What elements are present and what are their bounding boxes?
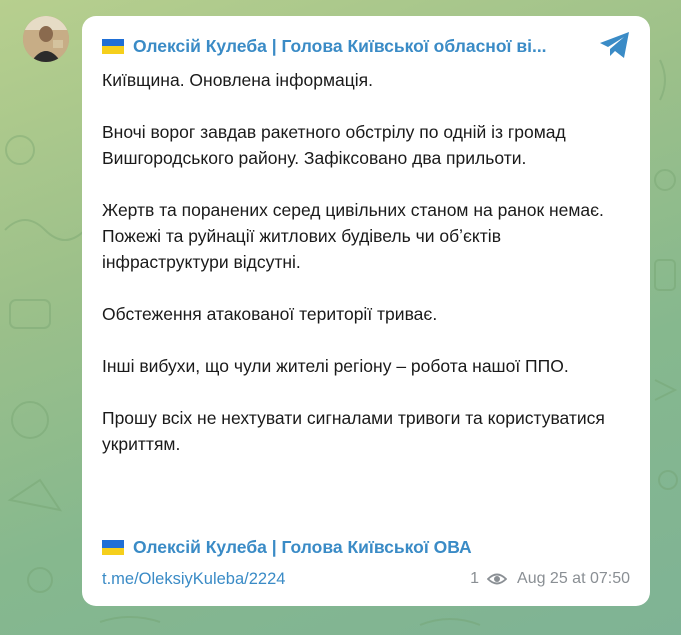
post-date: Aug 25 at 07:50 bbox=[517, 570, 630, 587]
message-paragraph: Вночі ворог завдав ракетного обстрілу по… bbox=[102, 122, 566, 168]
signature-link[interactable]: Олексій Кулеба | Голова Київської ОВА bbox=[133, 537, 472, 558]
person-avatar-icon bbox=[23, 16, 69, 62]
message-paragraph: Жертв та поранених серед цивільних стано… bbox=[102, 200, 604, 272]
message-body: Київщина. Оновлена інформація. Вночі вор… bbox=[102, 67, 632, 483]
eye-icon bbox=[487, 573, 508, 585]
ukraine-flag-icon bbox=[102, 540, 124, 555]
telegram-plane-icon[interactable] bbox=[598, 30, 632, 60]
message-meta: 1 Aug 25 at 07:50 bbox=[470, 570, 630, 588]
channel-name[interactable]: Олексій Кулеба | Голова Київської обласн… bbox=[133, 36, 547, 57]
signature: Олексій Кулеба | Голова Київської ОВА bbox=[102, 537, 472, 558]
view-count: 1 bbox=[470, 570, 480, 587]
message-header: Олексій Кулеба | Голова Київської обласн… bbox=[102, 32, 582, 60]
message-paragraph: Київщина. Оновлена інформація. bbox=[102, 70, 373, 90]
message-paragraph: Прошу всіх не нехтувати сигналами тривог… bbox=[102, 408, 605, 454]
message-paragraph: Обстеження атакованої території триває. bbox=[102, 304, 438, 324]
channel-avatar[interactable] bbox=[23, 16, 69, 62]
post-link[interactable]: t.me/OleksiyKuleba/2224 bbox=[102, 570, 285, 589]
message-paragraph: Інші вибухи, що чули жителі регіону – ро… bbox=[102, 356, 569, 376]
ukraine-flag-icon bbox=[102, 38, 124, 54]
message-card: Олексій Кулеба | Голова Київської обласн… bbox=[82, 16, 650, 606]
